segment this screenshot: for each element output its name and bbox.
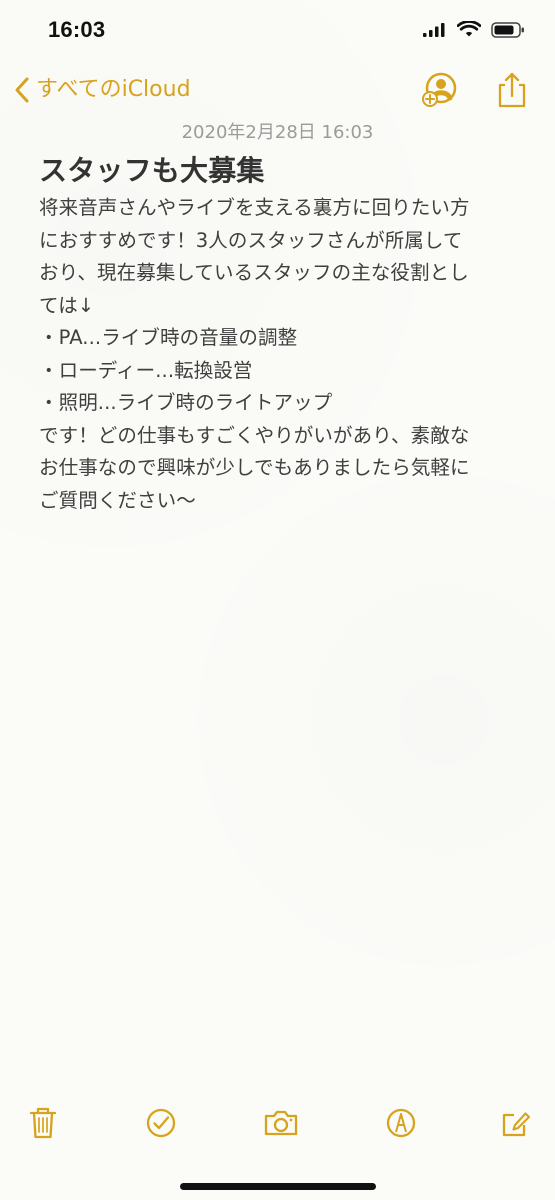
note-body-line: ては↓: [39, 293, 95, 317]
note-body-line: ・PA...ライブ時の音量の調整: [39, 326, 298, 349]
note-body-line: ご質問ください〜: [39, 488, 196, 512]
navigation-bar: すべてのiCloud: [0, 64, 555, 116]
home-indicator: [180, 1183, 376, 1190]
note-body-line: お仕事なので興味が少しでもありましたら気軽に: [39, 456, 470, 479]
note-body-line: おり、現在募集しているスタッフの主な役割とし: [39, 261, 469, 284]
note-body-line: です！どの仕事もすごくやりがいがあり、素敵な: [39, 423, 470, 447]
note-body-line: ・照明...ライブ時のライトアップ: [39, 391, 333, 414]
add-person-icon[interactable]: [421, 71, 459, 109]
chevron-left-icon: [14, 76, 30, 104]
note-body-line: におすすめです！3人のスタッフさんが所属して: [39, 228, 463, 252]
battery-icon: [491, 21, 525, 39]
back-button[interactable]: すべてのiCloud: [14, 70, 191, 110]
note-title: スタッフも大募集: [39, 154, 265, 187]
markup-icon: [385, 1107, 417, 1139]
note-body-line: ・ローディー...転換設営: [39, 358, 253, 382]
back-label: すべてのiCloud: [36, 77, 191, 102]
markup-button[interactable]: [380, 1102, 422, 1144]
checklist-icon: [145, 1107, 177, 1139]
trash-icon: [28, 1106, 58, 1140]
status-bar: 16:03: [0, 0, 555, 60]
note-body-line: 将来音声さんやライブを支える裏方に回りたい方: [39, 196, 470, 219]
status-icons: [422, 18, 525, 42]
checklist-button[interactable]: [140, 1102, 182, 1144]
share-icon[interactable]: [497, 71, 527, 109]
notes-screen: 16:03 すべてのiCloud 2020年2月28日 16:03 スタッフも大…: [0, 0, 555, 1200]
status-time: 16:03: [48, 17, 106, 42]
note-editor[interactable]: スタッフも大募集 将来音声さんやライブを支える裏方に回りたい方 におすすめです！…: [39, 150, 539, 517]
note-timestamp: 2020年2月28日 16:03: [181, 122, 374, 143]
signal-icon: [422, 22, 447, 38]
nav-actions: [421, 70, 527, 110]
compose-icon: [500, 1107, 532, 1139]
camera-icon: [262, 1108, 300, 1138]
camera-button[interactable]: [260, 1102, 302, 1144]
wifi-icon: [457, 21, 481, 39]
bottom-toolbar: [0, 1102, 555, 1146]
compose-button[interactable]: [495, 1102, 537, 1144]
trash-button[interactable]: [22, 1102, 64, 1144]
